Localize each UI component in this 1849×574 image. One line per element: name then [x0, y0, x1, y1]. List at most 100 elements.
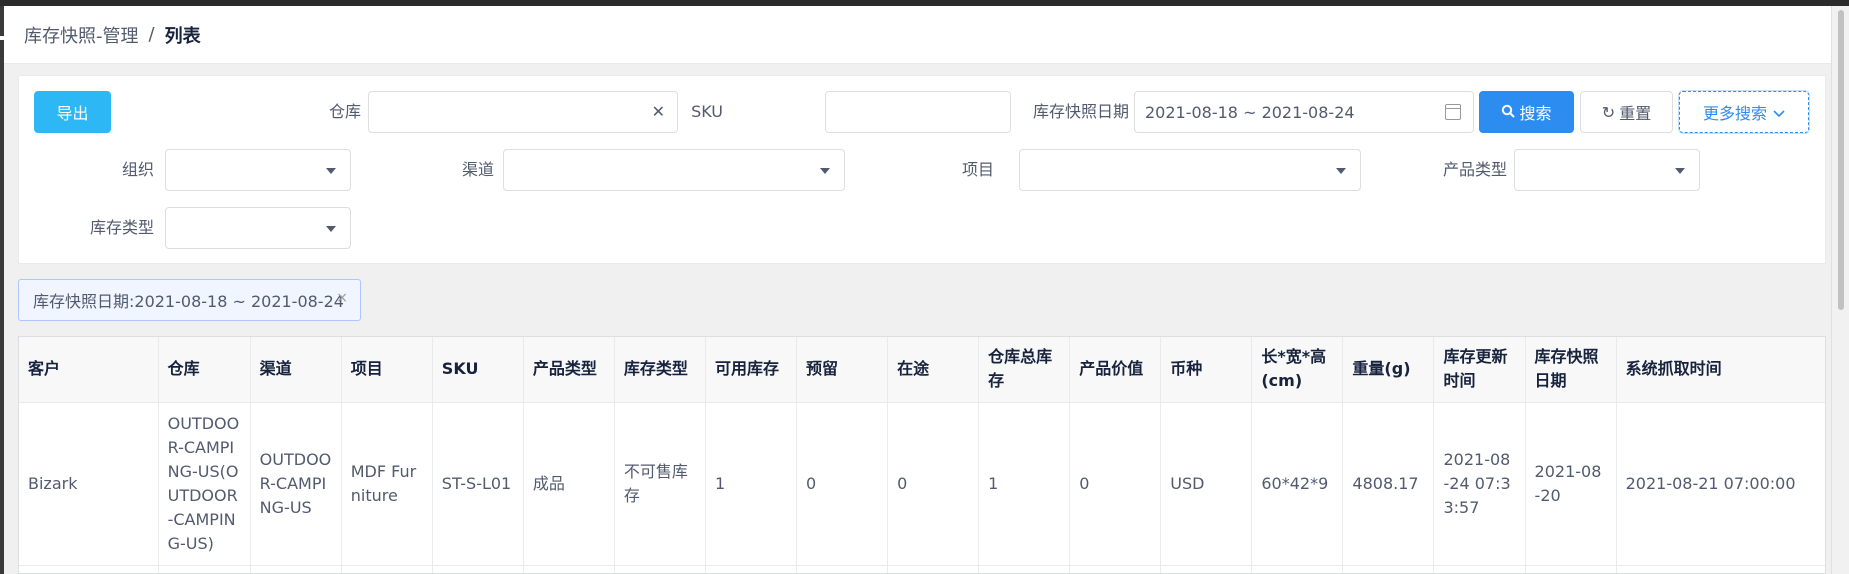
breadcrumb-parent[interactable]: 库存快照-管理	[24, 22, 139, 48]
column-header[interactable]: SKU	[432, 337, 524, 403]
table-cell	[1342, 565, 1435, 573]
table-row[interactable]: Bizark OUTDOOR-CAMPING-US(OUTDOOR-CAMPING…	[19, 402, 1825, 566]
snapshot-date-picker[interactable]: 2021-08-18 ~ 2021-08-24	[1134, 91, 1474, 133]
active-filter-tag[interactable]: 库存快照日期:2021-08-18 ~ 2021-08-24 ×	[18, 279, 361, 321]
sku-label: SKU	[691, 102, 723, 121]
table-cell: 0	[887, 402, 980, 566]
inventory-table: 客户 仓库 渠道 项目 SKU 产品类型 库存类型 可用库存 预留 在途 仓库总库存 产品价值 币种 长*…	[18, 336, 1826, 574]
table-cell	[705, 565, 798, 573]
table-cell	[614, 565, 706, 573]
column-header[interactable]: 在途	[887, 337, 980, 403]
caret-down-icon	[820, 168, 830, 174]
table-cell: 2021-08-20	[1525, 402, 1617, 566]
table-cell: 60*42*9	[1251, 402, 1344, 566]
table-cell: OUTDOOR-CAMPING-US	[250, 402, 342, 566]
vertical-scrollbar[interactable]	[1831, 6, 1849, 574]
reset-button[interactable]: ↻ 重置	[1580, 91, 1673, 133]
column-header[interactable]: 仓库总库存	[978, 337, 1071, 403]
calendar-icon	[1445, 104, 1461, 120]
table-cell	[432, 565, 524, 573]
project-select[interactable]	[1019, 149, 1361, 191]
table-cell: ST-S-L01	[432, 402, 524, 566]
table-row	[19, 565, 1825, 573]
org-select[interactable]	[165, 149, 351, 191]
table-cell: 2021-08-21 07:00:00	[1616, 402, 1825, 566]
table-cell	[796, 565, 889, 573]
left-edge	[0, 6, 4, 574]
caret-down-icon	[1675, 168, 1685, 174]
org-label: 组织	[121, 160, 154, 179]
warehouse-select[interactable]: ✕	[368, 91, 678, 133]
snapshot-date-value: 2021-08-18 ~ 2021-08-24	[1145, 102, 1355, 122]
channel-select[interactable]	[503, 149, 845, 191]
column-header[interactable]: 产品价值	[1069, 337, 1162, 403]
table-cell: 0	[1069, 402, 1162, 566]
table-cell	[19, 565, 159, 573]
table-cell	[341, 565, 433, 573]
filter-panel: 导出 仓库 ✕ SKU 库存快照日期 2021-08-18 ~ 2021-08-…	[18, 75, 1826, 264]
column-header[interactable]: 项目	[341, 337, 433, 403]
table-cell	[1525, 565, 1617, 573]
column-header[interactable]: 系统抓取时间	[1616, 337, 1825, 403]
column-header[interactable]: 库存快照日期	[1525, 337, 1617, 403]
column-header[interactable]: 渠道	[250, 337, 342, 403]
warehouse-label: 仓库	[328, 102, 361, 121]
table-cell: 4808.17	[1342, 402, 1435, 566]
column-header[interactable]: 库存更新时间	[1433, 337, 1526, 403]
column-header[interactable]: 产品类型	[523, 337, 615, 403]
column-header[interactable]: 预留	[796, 337, 889, 403]
table-cell	[1433, 565, 1526, 573]
table-cell	[1160, 565, 1253, 573]
table-cell: 1	[705, 402, 798, 566]
close-icon[interactable]: ✕	[652, 92, 665, 132]
scrollbar-thumb[interactable]	[1838, 10, 1844, 310]
table-cell	[250, 565, 342, 573]
product-type-label: 产品类型	[1442, 160, 1507, 179]
table-cell: OUTDOOR-CAMPING-US(OUTDOOR-CAMPING-US)	[158, 402, 251, 566]
channel-label: 渠道	[461, 160, 494, 179]
column-header[interactable]: 长*宽*高(cm)	[1251, 337, 1344, 403]
column-header[interactable]: 客户	[19, 337, 159, 403]
search-button[interactable]: 搜索	[1479, 91, 1574, 133]
refresh-icon: ↻	[1601, 102, 1616, 122]
column-header[interactable]: 可用库存	[705, 337, 798, 403]
table-cell	[978, 565, 1071, 573]
table-cell: MDF Furniture	[341, 402, 433, 566]
column-header[interactable]: 重量(g)	[1342, 337, 1435, 403]
table-cell: 成品	[523, 402, 615, 566]
breadcrumb: 库存快照-管理 / 列表	[4, 6, 1831, 64]
export-button[interactable]: 导出	[34, 91, 111, 133]
table-cell	[1069, 565, 1162, 573]
breadcrumb-separator: /	[148, 24, 155, 45]
table-cell: 不可售库存	[614, 402, 706, 566]
table-header-row: 客户 仓库 渠道 项目 SKU 产品类型 库存类型 可用库存 预留 在途 仓库总库存 产品价值 币种 长*…	[19, 337, 1825, 403]
caret-down-icon	[1336, 168, 1346, 174]
product-type-select[interactable]	[1514, 149, 1700, 191]
table-cell	[887, 565, 980, 573]
snapshot-date-label: 库存快照日期	[1032, 102, 1129, 121]
breadcrumb-current: 列表	[164, 25, 201, 47]
column-header[interactable]: 仓库	[158, 337, 251, 403]
project-label: 项目	[961, 160, 994, 179]
table-cell	[1251, 565, 1344, 573]
table-cell	[1616, 565, 1825, 573]
more-search-button[interactable]: 更多搜索	[1679, 91, 1809, 133]
caret-down-icon	[326, 226, 336, 232]
column-header[interactable]: 币种	[1160, 337, 1253, 403]
more-search-label: 更多搜索	[1702, 104, 1767, 123]
table-cell	[158, 565, 251, 573]
sku-input[interactable]	[825, 91, 1011, 133]
table-cell: USD	[1160, 402, 1253, 566]
chevron-down-icon	[1773, 103, 1785, 122]
reset-button-label: 重置	[1619, 104, 1652, 123]
table-cell: 0	[796, 402, 889, 566]
active-filter-tag-text: 库存快照日期:2021-08-18 ~ 2021-08-24	[33, 292, 344, 311]
table-cell: Bizark	[19, 402, 159, 566]
stock-type-select[interactable]	[165, 207, 351, 249]
column-header[interactable]: 库存类型	[614, 337, 706, 403]
close-icon[interactable]: ×	[336, 290, 348, 306]
table-cell	[523, 565, 615, 573]
table-cell: 1	[978, 402, 1071, 566]
stock-type-label: 库存类型	[89, 218, 154, 237]
search-button-label: 搜索	[1519, 104, 1552, 123]
